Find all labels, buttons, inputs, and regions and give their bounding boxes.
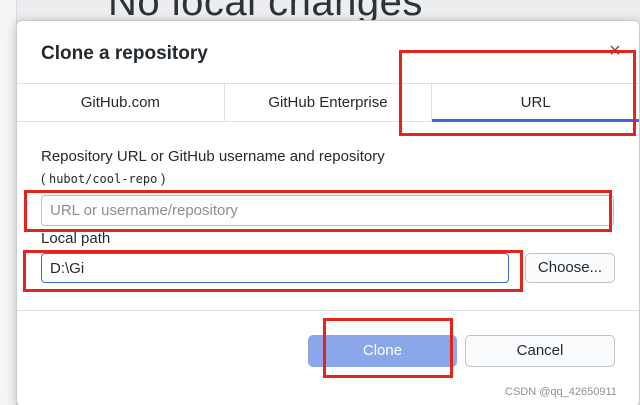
hint-example-code: hubot/cool-repo [48,172,158,186]
repository-url-hint: ( hubot/cool-repo ) [41,171,165,186]
local-path-label: Local path [41,230,111,247]
repository-url-label: Repository URL or GitHub username and re… [41,148,385,165]
close-icon[interactable]: × [605,41,625,61]
cancel-button[interactable]: Cancel [465,335,615,367]
choose-button[interactable]: Choose... [525,253,615,283]
hint-close-paren: ) [160,171,166,186]
tab-bar: GitHub.com GitHub Enterprise URL [17,83,639,122]
dialog-title: Clone a repository [41,43,208,64]
tab-url[interactable]: URL [431,84,639,122]
background-sidebar-strip [0,0,17,405]
clone-button[interactable]: Clone [308,335,457,367]
tab-github-com[interactable]: GitHub.com [17,84,224,121]
footer-divider [17,310,639,311]
local-path-input[interactable] [41,253,509,283]
tab-github-enterprise[interactable]: GitHub Enterprise [223,84,432,121]
watermark: CSDN @qq_42650911 [505,386,617,398]
repository-url-input[interactable] [41,195,614,226]
clone-repository-dialog: Clone a repository × GitHub.com GitHub E… [16,20,640,405]
hint-open-paren: ( [41,171,46,186]
